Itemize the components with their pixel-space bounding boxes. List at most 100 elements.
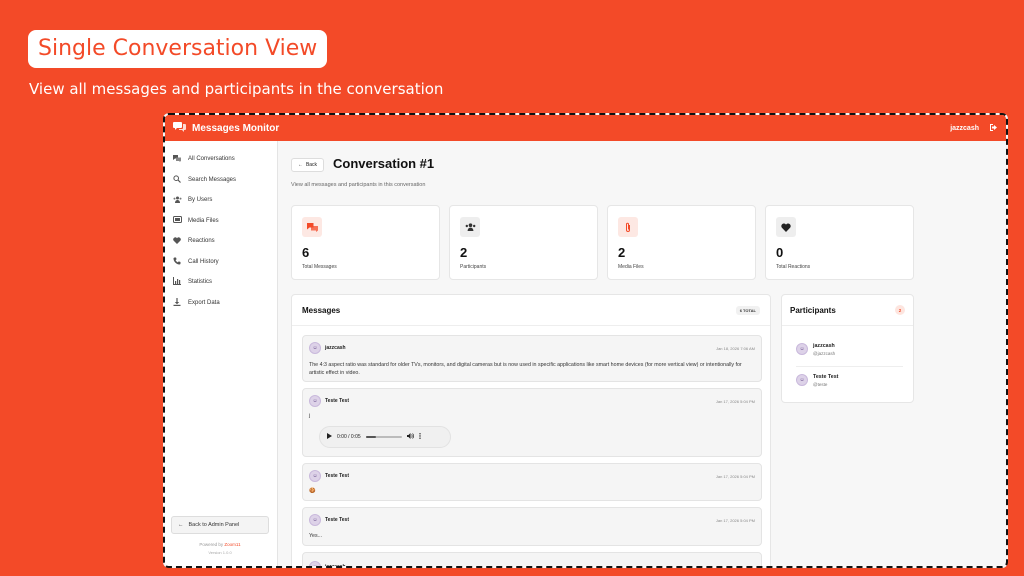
paperclip-icon <box>618 217 638 237</box>
powered-by: Powered by Zoom11 <box>171 542 269 547</box>
message-time: Jan 17, 2026 5:04 PM <box>715 398 755 404</box>
total-badge: 6 TOTAL <box>735 305 760 315</box>
chat-bubbles-icon <box>173 121 186 135</box>
participant-handle: @jazzcash <box>813 350 836 356</box>
message-sender: Teste Test <box>325 473 349 479</box>
message-sender: jazzcash <box>325 564 346 568</box>
avatar: ☺ <box>796 374 808 386</box>
avatar: ☺ <box>309 514 321 526</box>
heart-icon <box>776 217 796 237</box>
participant-name: Teste Test <box>813 373 839 380</box>
phone-icon <box>173 257 181 267</box>
page-subtitle: View all messages and participants in th… <box>291 182 426 188</box>
stat-value: 2 <box>460 245 468 260</box>
arrow-left-icon: ← <box>297 162 303 168</box>
arrow-left-icon: ← <box>178 522 184 528</box>
message-text: Yes... <box>309 533 323 539</box>
powered-by-label: Powered by <box>199 542 224 547</box>
app-screenshot-frame: Messages Monitor jazzcash All Conversati… <box>163 113 1008 568</box>
back-button[interactable]: ← Back <box>291 158 324 172</box>
message-text: The 4:3 aspect ratio was standard for ol… <box>309 362 742 376</box>
stat-value: 0 <box>776 245 784 260</box>
chat-bubbles-icon <box>173 154 181 164</box>
sidebar-item-call-history[interactable]: Call History <box>165 252 277 273</box>
messages-panel-title: Messages <box>302 305 341 315</box>
chart-icon <box>173 277 181 287</box>
more-options-icon[interactable] <box>418 433 421 441</box>
sidebar-item-label: Media Files <box>188 217 219 224</box>
sidebar-item-export-data[interactable]: Export Data <box>165 293 277 314</box>
back-to-admin-button[interactable]: ← Back to Admin Panel <box>171 516 269 534</box>
audio-time: 0:00 / 0:05 <box>337 434 361 440</box>
participants-panel-header: Participants 2 <box>782 295 913 326</box>
sidebar-item-label: All Conversations <box>188 156 235 163</box>
app-name: Messages Monitor <box>192 122 280 134</box>
volume-icon[interactable] <box>406 433 414 441</box>
stat-card-media-files: 2 Media Files <box>607 205 756 280</box>
download-icon <box>173 297 181 308</box>
message-sender: Teste Test <box>325 517 349 523</box>
participant-item[interactable]: ☺ jazzcash @jazzcash <box>796 337 903 361</box>
sidebar-item-reactions[interactable]: Reactions <box>165 231 277 252</box>
message-sender: jazzcash <box>325 345 346 351</box>
stat-card-total-messages: 6 Total Messages <box>291 205 440 280</box>
main-content: ← Back Conversation #1 View all messages… <box>278 141 1006 566</box>
back-button-label: Back <box>305 162 318 168</box>
messages-panel-header: Messages 6 TOTAL <box>292 295 770 326</box>
sidebar: All Conversations Search Messages By Use… <box>165 141 278 566</box>
sidebar-item-statistics[interactable]: Statistics <box>165 272 277 293</box>
audio-player: 0:00 / 0:05 <box>319 426 451 448</box>
sidebar-item-media-files[interactable]: Media Files <box>165 211 277 232</box>
promo-title: Single Conversation View <box>28 30 328 68</box>
avatar: ☺ <box>309 342 321 354</box>
sidebar-item-by-users[interactable]: By Users <box>165 190 277 211</box>
sidebar-footer: ← Back to Admin Panel Powered by Zoom11 … <box>171 516 269 555</box>
stat-label: Participants <box>460 264 487 270</box>
chat-bubbles-icon <box>302 217 322 237</box>
sidebar-item-label: Reactions <box>188 238 215 245</box>
stat-label: Media Files <box>618 264 644 270</box>
current-user[interactable]: jazzcash <box>950 125 979 132</box>
media-icon <box>173 216 182 225</box>
message-text: 🍪 <box>309 488 316 494</box>
sidebar-item-label: Search Messages <box>188 176 237 183</box>
message-item: ☺ Teste Test Jan 17, 2026 5:04 PM j 0:00… <box>302 388 762 457</box>
heart-icon <box>173 237 181 246</box>
logout-icon[interactable] <box>989 123 998 134</box>
app-logo[interactable]: Messages Monitor <box>173 121 279 135</box>
audio-progress-bar[interactable] <box>365 436 402 438</box>
sidebar-item-label: Export Data <box>188 299 220 306</box>
message-sender: Teste Test <box>325 398 349 404</box>
message-time: Jan 17, 2026 5:04 PM <box>715 473 755 479</box>
audio-progress-fill <box>365 436 377 438</box>
stat-card-participants: 2 Participants <box>449 205 598 280</box>
top-bar: Messages Monitor jazzcash <box>165 115 1006 141</box>
stat-label: Total Reactions <box>776 264 811 270</box>
participant-item[interactable]: ☺ Teste Test @teste <box>796 368 903 392</box>
stat-value: 6 <box>302 245 310 260</box>
messages-panel: Messages 6 TOTAL ☺ jazzcash Jan 18, 2026… <box>291 294 771 568</box>
stat-label: Total Messages <box>302 264 337 270</box>
version-label: Version 1.0.0 <box>208 550 232 555</box>
sidebar-item-search-messages[interactable]: Search Messages <box>165 170 277 191</box>
page-title: Conversation #1 <box>333 156 435 171</box>
promo-subtitle: View all messages and participants in th… <box>29 80 444 98</box>
participant-name: jazzcash <box>813 342 835 349</box>
stat-card-total-reactions: 0 Total Reactions <box>765 205 914 280</box>
participants-panel: Participants 2 ☺ jazzcash @jazzcash ☺ Te… <box>781 294 914 403</box>
users-icon <box>460 217 480 237</box>
sidebar-item-label: Call History <box>188 258 219 265</box>
back-to-admin-label: Back to Admin Panel <box>188 522 240 528</box>
powered-by-brand[interactable]: Zoom11 <box>224 542 240 547</box>
avatar: ☺ <box>309 395 321 407</box>
sidebar-item-all-conversations[interactable]: All Conversations <box>165 149 277 170</box>
avatar: ☺ <box>309 470 321 482</box>
message-item: ☺ jazzcash <box>302 552 762 568</box>
message-item: ☺ Teste Test Jan 17, 2026 5:04 PM 🍪 <box>302 463 762 501</box>
message-text: j <box>309 413 311 419</box>
stat-value: 2 <box>618 245 626 260</box>
sidebar-item-label: By Users <box>188 197 213 204</box>
play-icon[interactable] <box>327 433 332 441</box>
participants-panel-title: Participants <box>790 305 836 315</box>
users-icon <box>173 196 182 205</box>
